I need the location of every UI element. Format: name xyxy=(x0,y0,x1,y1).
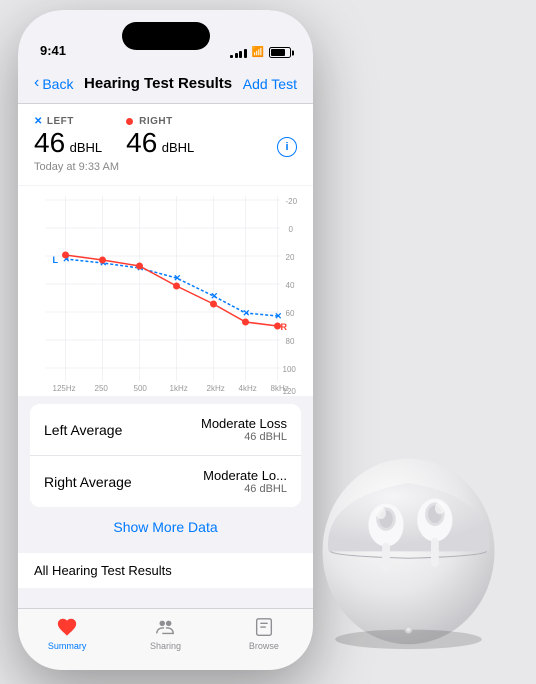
chart-svg: -20 0 20 40 60 80 100 120 xyxy=(18,186,313,396)
chart-container: -20 0 20 40 60 80 100 120 xyxy=(18,186,313,396)
info-button[interactable]: i xyxy=(277,137,297,157)
summary-tab-label: Summary xyxy=(48,641,87,651)
all-results-section: All Hearing Test Results xyxy=(18,553,313,588)
right-ear-R-label: R xyxy=(281,322,288,332)
left-x-mark: ✕ xyxy=(34,116,43,127)
right-average-card: Right Average Moderate Lo... 46 dBHL xyxy=(30,456,301,507)
bar3 xyxy=(239,51,242,58)
left-x-2k: ✕ xyxy=(211,291,219,301)
readings-row: ✕ LEFT 46 dBHL xyxy=(34,116,297,157)
tab-bar: Summary Sharing xyxy=(18,608,313,670)
phone-screen: 9:41 📶 ‹ Ba xyxy=(18,10,313,670)
led-inner xyxy=(407,628,411,632)
left-unit: dBHL xyxy=(70,140,103,155)
tab-sharing[interactable]: Sharing xyxy=(116,615,214,651)
right-dot-1k xyxy=(173,283,180,290)
left-average-card: Left Average Moderate Loss 46 dBHL xyxy=(30,404,301,456)
right-value-row: 46 dBHL xyxy=(126,129,194,157)
x-label-4k: 4kHz xyxy=(239,384,257,393)
chevron-left-icon: ‹ xyxy=(34,74,39,92)
y-label-60: 60 xyxy=(286,309,295,318)
sharing-icon xyxy=(153,615,177,639)
left-x-1k: ✕ xyxy=(174,273,182,283)
bar4 xyxy=(244,49,247,58)
book-icon xyxy=(253,616,275,638)
show-more-button[interactable]: Show More Data xyxy=(18,507,313,547)
y-label-80: 80 xyxy=(286,337,295,346)
left-x-4k: ✕ xyxy=(243,308,251,318)
left-ear-L-label: L xyxy=(53,255,59,265)
right-dbhl-value: 46 dBHL xyxy=(203,483,287,495)
right-average-label: Right Average xyxy=(44,474,132,490)
y-label-100: 100 xyxy=(283,365,297,374)
hearing-values-section: ✕ LEFT 46 dBHL xyxy=(18,104,313,185)
right-dot-4k xyxy=(242,319,249,326)
y-label-0: 0 xyxy=(289,225,294,234)
left-value: 46 xyxy=(34,127,65,158)
left-value-row: 46 dBHL xyxy=(34,129,102,157)
airpods-case xyxy=(301,439,516,654)
right-dot-2k xyxy=(210,301,217,308)
wifi-icon: 📶 xyxy=(252,47,264,58)
y-label-neg20: -20 xyxy=(286,197,298,206)
battery-icon xyxy=(269,47,291,58)
right-loss-label: Moderate Lo... xyxy=(203,468,287,483)
summary-icon xyxy=(55,615,79,639)
back-button[interactable]: ‹ Back xyxy=(34,75,73,92)
status-icons: 📶 xyxy=(230,47,291,58)
x-label-500: 500 xyxy=(134,384,148,393)
sharing-tab-label: Sharing xyxy=(150,641,181,651)
right-average-value: Moderate Lo... 46 dBHL xyxy=(203,468,287,495)
y-label-40: 40 xyxy=(286,281,295,290)
main-content: ✕ LEFT 46 dBHL xyxy=(18,104,313,608)
battery-fill xyxy=(271,49,285,56)
heart-icon xyxy=(56,616,78,638)
people-icon xyxy=(154,616,176,638)
right-dot-250 xyxy=(99,257,106,264)
left-average-value: Moderate Loss 46 dBHL xyxy=(201,416,287,443)
right-value: 46 xyxy=(126,127,157,158)
phone-frame: 9:41 📶 ‹ Ba xyxy=(18,10,313,670)
x-label-8k: 8kHz xyxy=(271,384,289,393)
bar1 xyxy=(230,55,233,58)
right-dot-500 xyxy=(136,263,143,270)
page-title: Hearing Test Results xyxy=(84,75,232,92)
x-label-1k: 1kHz xyxy=(170,384,188,393)
browse-tab-label: Browse xyxy=(249,641,279,651)
y-label-20: 20 xyxy=(286,253,295,262)
left-ear-item: ✕ LEFT 46 dBHL xyxy=(34,116,102,157)
right-dot-125 xyxy=(62,252,69,259)
navigation-bar: ‹ Back Hearing Test Results Add Test xyxy=(18,64,313,104)
x-label-2k: 2kHz xyxy=(207,384,225,393)
right-ear-item: RIGHT 46 dBHL xyxy=(126,116,194,157)
x-label-250: 250 xyxy=(95,384,109,393)
add-test-button[interactable]: Add Test xyxy=(243,76,297,92)
browse-icon xyxy=(252,615,276,639)
left-loss-label: Moderate Loss xyxy=(201,416,287,431)
audiogram-chart: -20 0 20 40 60 80 100 120 xyxy=(18,186,313,396)
tab-browse[interactable]: Browse xyxy=(215,615,313,651)
left-dbhl-value: 46 dBHL xyxy=(201,431,287,443)
scene: 9:41 📶 ‹ Ba xyxy=(0,0,536,684)
status-time: 9:41 xyxy=(40,43,66,58)
dynamic-island xyxy=(122,22,210,50)
data-cards-section: Left Average Moderate Loss 46 dBHL Right… xyxy=(30,404,301,507)
left-ear-label: ✕ LEFT xyxy=(34,116,102,127)
ear-readings: ✕ LEFT 46 dBHL xyxy=(34,116,194,157)
right-ear-label: RIGHT xyxy=(126,116,194,127)
tab-summary[interactable]: Summary xyxy=(18,615,116,651)
signal-bars-icon xyxy=(230,48,247,58)
bar2 xyxy=(235,53,238,58)
right-unit: dBHL xyxy=(162,140,195,155)
x-label-125: 125Hz xyxy=(53,384,76,393)
left-x-8k: ✕ xyxy=(275,311,283,321)
right-dot-icon xyxy=(126,118,133,125)
airpods-case-svg xyxy=(301,439,516,654)
timestamp: Today at 9:33 AM xyxy=(34,161,297,175)
back-label: Back xyxy=(42,76,73,92)
left-average-label: Left Average xyxy=(44,422,122,438)
